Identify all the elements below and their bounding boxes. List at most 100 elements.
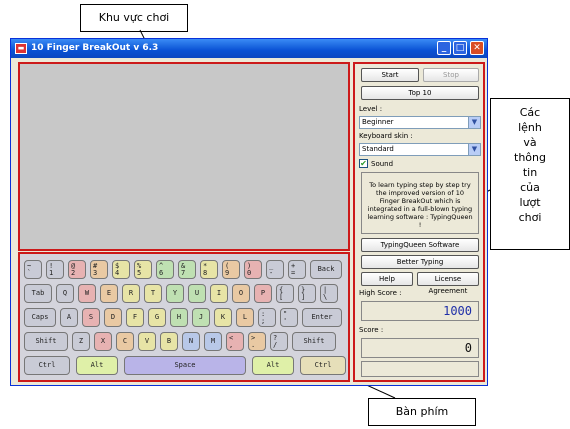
key-s[interactable]: S bbox=[82, 308, 100, 327]
sound-checkbox[interactable]: ✔ bbox=[359, 159, 368, 168]
key-m[interactable]: M bbox=[204, 332, 222, 351]
key-ctrl[interactable]: Ctrl bbox=[24, 356, 70, 375]
key-base-char: ] bbox=[301, 293, 306, 301]
key-n[interactable]: N bbox=[182, 332, 200, 351]
key-.[interactable]: >. bbox=[248, 332, 266, 351]
key-c[interactable]: C bbox=[116, 332, 134, 351]
annotation-controls-line: chơi bbox=[518, 211, 542, 224]
key-base-char: 9 bbox=[225, 269, 230, 277]
key-t[interactable]: T bbox=[144, 284, 162, 303]
key-k[interactable]: K bbox=[214, 308, 232, 327]
level-select[interactable]: Beginner ▼ bbox=[359, 116, 481, 129]
key-v[interactable]: V bbox=[138, 332, 156, 351]
game-area[interactable] bbox=[18, 62, 350, 251]
key-8[interactable]: * 8 bbox=[200, 260, 218, 279]
minimize-icon[interactable]: _ bbox=[437, 41, 451, 55]
key-base-char: 6 bbox=[159, 269, 164, 277]
annotation-game-area: Khu vực chơi bbox=[80, 4, 188, 32]
key-9[interactable]: (9 bbox=[222, 260, 240, 279]
annotation-controls-line: thông bbox=[514, 151, 546, 164]
key-enter[interactable]: Enter bbox=[302, 308, 342, 327]
key-i[interactable]: I bbox=[210, 284, 228, 303]
key-a[interactable]: A bbox=[60, 308, 78, 327]
typingqueen-software-button[interactable]: TypingQueen Software bbox=[361, 238, 479, 252]
annotation-controls-line: lệnh bbox=[518, 121, 542, 134]
key-base-char: 8 bbox=[203, 269, 208, 277]
annotation-keyboard: Bàn phím bbox=[368, 398, 476, 426]
key-,[interactable]: <, bbox=[226, 332, 244, 351]
key-z[interactable]: Z bbox=[72, 332, 90, 351]
key-7[interactable]: & 7 bbox=[178, 260, 196, 279]
key-w[interactable]: W bbox=[78, 284, 96, 303]
key-0[interactable]: ) 0 bbox=[244, 260, 262, 279]
key-tab[interactable]: Tab bbox=[24, 284, 52, 303]
license-agreement-button[interactable]: License Agreement bbox=[417, 272, 479, 295]
key-space[interactable]: Space bbox=[124, 356, 246, 375]
key-base-char: 7 bbox=[181, 269, 186, 277]
app-window: ▬ 10 Finger BreakOut v 6.3 _ □ ✕ ~ `! 1 @2 #… bbox=[10, 38, 488, 386]
top10-button[interactable]: Top 10 bbox=[361, 86, 479, 100]
key-d[interactable]: D bbox=[104, 308, 122, 327]
key-p[interactable]: P bbox=[254, 284, 272, 303]
key-caps[interactable]: Caps bbox=[24, 308, 56, 327]
help-button[interactable]: Help bbox=[361, 272, 413, 286]
level-value: Beginner bbox=[362, 118, 394, 126]
chevron-down-icon[interactable]: ▼ bbox=[468, 144, 480, 155]
key-/[interactable]: ? / bbox=[270, 332, 288, 351]
on-screen-keyboard: ~ `! 1 @2 #3 $4% 5 ^ 6 & 7 * 8(9) 0 _ - + = Back Tab Q W E R T Y U… bbox=[18, 252, 350, 382]
key-e[interactable]: E bbox=[100, 284, 118, 303]
better-typing-button[interactable]: Better Typing bbox=[361, 255, 479, 269]
key-[[interactable]: {[ bbox=[276, 284, 294, 303]
maximize-icon[interactable]: □ bbox=[453, 41, 467, 55]
key-u[interactable]: U bbox=[188, 284, 206, 303]
key-=[interactable]: + = bbox=[288, 260, 306, 279]
key-h[interactable]: H bbox=[170, 308, 188, 327]
key-o[interactable]: O bbox=[232, 284, 250, 303]
annotation-controls-line: Các bbox=[519, 106, 541, 119]
key-l[interactable]: L bbox=[236, 308, 254, 327]
key-y[interactable]: Y bbox=[166, 284, 184, 303]
key-shift[interactable]: Shift bbox=[24, 332, 68, 351]
key-base-char: = bbox=[291, 269, 296, 277]
stop-button[interactable]: Stop bbox=[423, 68, 479, 82]
key-4[interactable]: $4 bbox=[112, 260, 130, 279]
key-base-char: ; bbox=[261, 317, 266, 325]
key-q[interactable]: Q bbox=[56, 284, 74, 303]
key-3[interactable]: #3 bbox=[90, 260, 108, 279]
key-j[interactable]: J bbox=[192, 308, 210, 327]
sound-label: Sound bbox=[371, 160, 394, 168]
annotation-controls: Các lệnh và thông tin của lượt chơi bbox=[490, 98, 570, 250]
key-f[interactable]: F bbox=[126, 308, 144, 327]
key-`[interactable]: ~ ` bbox=[24, 260, 42, 279]
key--[interactable]: _ - bbox=[266, 260, 284, 279]
key-g[interactable]: G bbox=[148, 308, 166, 327]
key-1[interactable]: ! 1 bbox=[46, 260, 64, 279]
level-label: Level : bbox=[359, 105, 383, 113]
keyboard-skin-label: Keyboard skin : bbox=[359, 132, 413, 140]
close-icon[interactable]: ✕ bbox=[470, 41, 484, 55]
key-base-char: [ bbox=[279, 293, 284, 301]
key-base-char: / bbox=[273, 341, 278, 349]
title-bar[interactable]: ▬ 10 Finger BreakOut v 6.3 _ □ ✕ bbox=[11, 39, 487, 58]
high-score-value: 1000 bbox=[361, 301, 479, 321]
key-alt[interactable]: Alt bbox=[76, 356, 118, 375]
key-'[interactable]: " ' bbox=[280, 308, 298, 327]
key-;[interactable]: :; bbox=[258, 308, 276, 327]
key-back[interactable]: Back bbox=[310, 260, 342, 279]
key-5[interactable]: % 5 bbox=[134, 260, 152, 279]
key-b[interactable]: B bbox=[160, 332, 178, 351]
key-r[interactable]: R bbox=[122, 284, 140, 303]
key-x[interactable]: X bbox=[94, 332, 112, 351]
keyboard-skin-select[interactable]: Standard ▼ bbox=[359, 143, 481, 156]
chevron-down-icon[interactable]: ▼ bbox=[468, 117, 480, 128]
key-base-char: 0 bbox=[247, 269, 252, 277]
key-base-char: 5 bbox=[137, 269, 142, 277]
key-][interactable]: }] bbox=[298, 284, 316, 303]
key-\[interactable]: | \ bbox=[320, 284, 338, 303]
key-2[interactable]: @2 bbox=[68, 260, 86, 279]
key-shift[interactable]: Shift bbox=[292, 332, 336, 351]
key-ctrl[interactable]: Ctrl bbox=[300, 356, 346, 375]
key-6[interactable]: ^ 6 bbox=[156, 260, 174, 279]
key-alt[interactable]: Alt bbox=[252, 356, 294, 375]
start-button[interactable]: Start bbox=[361, 68, 419, 82]
